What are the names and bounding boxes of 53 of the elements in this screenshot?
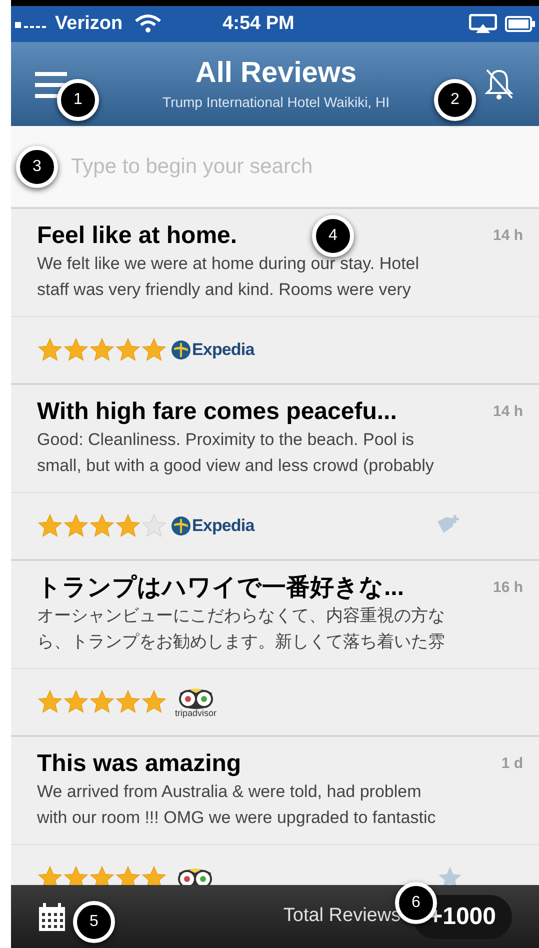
review-title: This was amazing xyxy=(37,749,242,779)
review-excerpt-line: ら、トランプをお勧めします。新しくて落ち着いた雰 xyxy=(37,631,446,653)
status-time: 4:54 PM xyxy=(222,12,294,36)
review-excerpt-line: small, but with a good view and less crowd (probably xyxy=(37,455,435,477)
expedia-logo: Expedia xyxy=(192,339,254,362)
hotel-name: Trump International Hotel Waikiki, HI xyxy=(162,92,390,112)
star-icon xyxy=(37,513,63,539)
star-icon xyxy=(115,337,141,363)
star-icon xyxy=(115,513,141,539)
carrier-name: Verizon xyxy=(55,12,123,36)
review-excerpt-line: We arrived from Australia & were told, had problem xyxy=(37,781,422,803)
review-excerpt-line: with our room !!! OMG we were upgraded to fantastic xyxy=(37,807,437,829)
battery-icon xyxy=(505,16,535,32)
review-excerpt-line: オーシャンビューにこだわらなくて、内容重視の方な xyxy=(37,605,446,627)
star-icon xyxy=(141,513,167,539)
review-title: トランプはハワイで一番好きな... xyxy=(37,573,404,603)
star-icon xyxy=(89,337,115,363)
star-icon xyxy=(37,689,63,715)
expedia-logo: Expedia xyxy=(192,515,254,538)
review-excerpt-line: staff was very friendly and kind. Rooms were very xyxy=(37,279,412,301)
star-icon xyxy=(63,337,89,363)
star-icon xyxy=(63,513,89,539)
favorite-star-icon[interactable] xyxy=(437,865,463,885)
total-reviews-label: Total Reviews xyxy=(283,904,401,928)
review-title: With high fare comes peacefu... xyxy=(37,397,397,427)
review-age: 14 h xyxy=(492,226,523,246)
star-icon xyxy=(63,689,89,715)
review-card[interactable]: トランプはハワイで一番好きな... 16 h オーシャンビューにこだわらなくて、内容重視の方な ら、トランプをお勧めします。新しくて落ち着いた雰 tripadvisor xyxy=(11,561,539,737)
wifi-icon xyxy=(134,14,161,34)
review-age: 16 h xyxy=(492,578,523,598)
screen-title: All Reviews xyxy=(195,56,357,92)
star-icon xyxy=(37,865,63,885)
tripadvisor-logo: tripadvisor xyxy=(175,708,217,718)
star-icon xyxy=(89,865,115,885)
muted-bell-icon[interactable] xyxy=(483,67,515,101)
calendar-icon[interactable] xyxy=(38,902,66,932)
star-icon xyxy=(89,689,115,715)
review-card[interactable]: With high fare comes peacefu... 14 h Good: Cleanliness. Proximity to the beach. Pool is small, but with a good view and less crowd (probably Expedia xyxy=(11,385,539,561)
star-icon xyxy=(89,513,115,539)
airplay-icon xyxy=(469,14,497,34)
star-icon xyxy=(141,689,167,715)
globe-plane-icon xyxy=(171,516,191,536)
review-title: Feel like at home. xyxy=(37,221,238,251)
star-icon xyxy=(141,865,167,885)
review-age: 1 d xyxy=(501,754,523,774)
star-icon xyxy=(63,865,89,885)
star-icon xyxy=(115,689,141,715)
star-icon xyxy=(37,337,63,363)
globe-plane-icon xyxy=(171,340,191,360)
review-age: 14 h xyxy=(492,402,523,422)
review-excerpt-line: Good: Cleanliness. Proximity to the beach. Pool is xyxy=(37,429,416,451)
star-icon xyxy=(141,337,167,363)
star-icon xyxy=(115,865,141,885)
